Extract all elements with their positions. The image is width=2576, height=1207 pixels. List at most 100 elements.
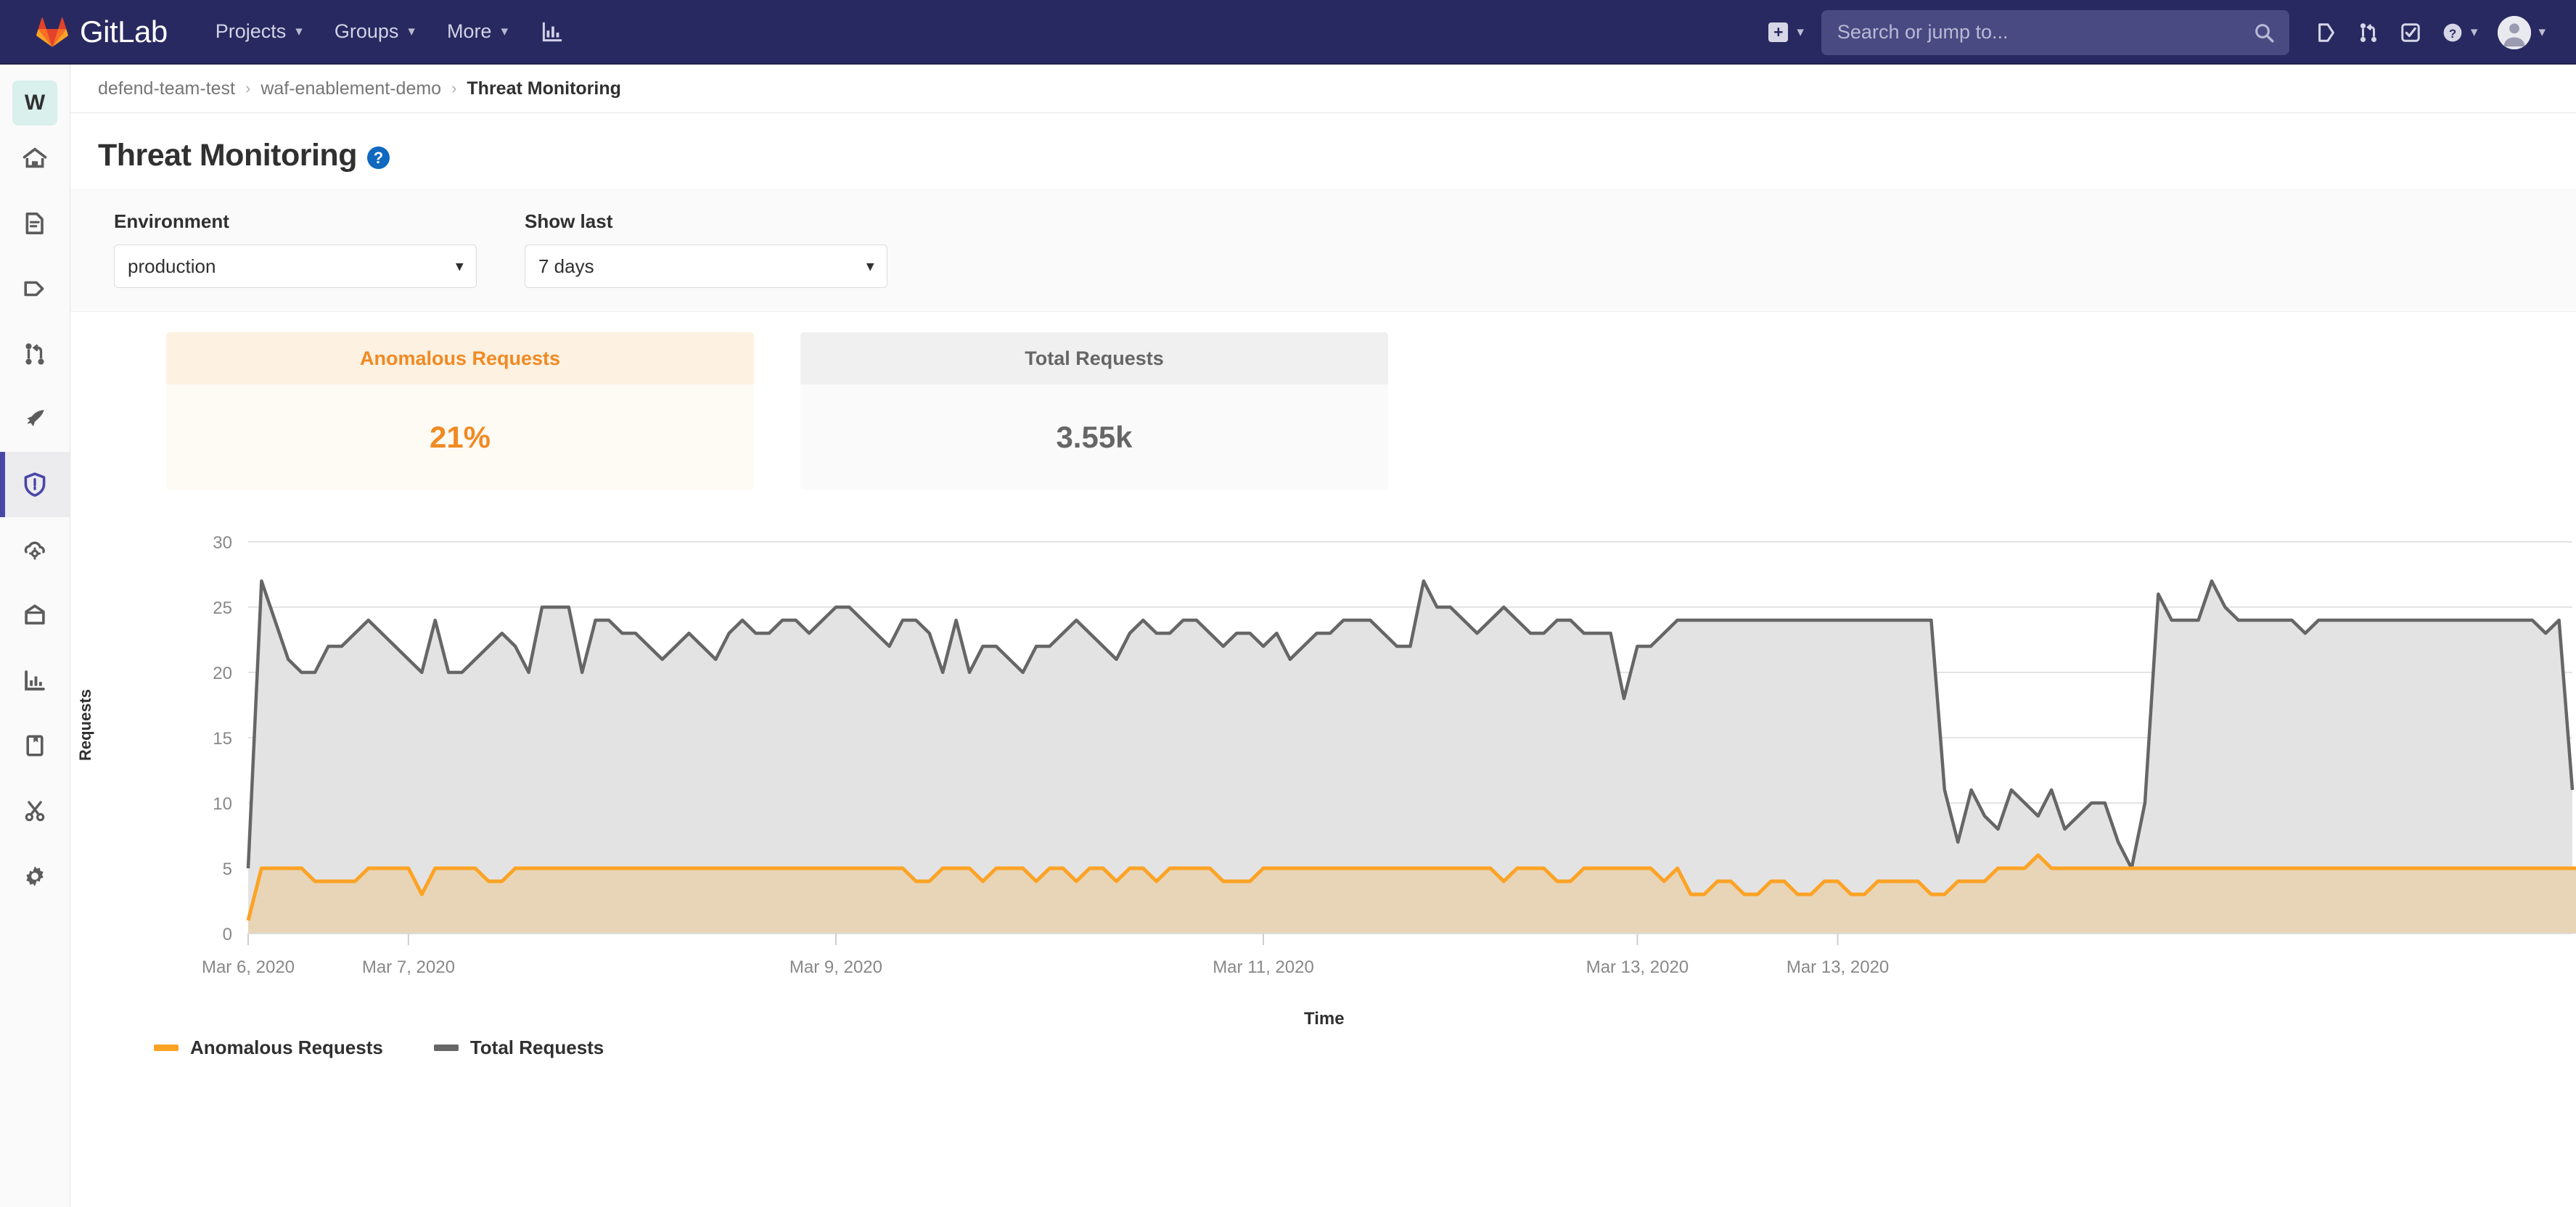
- nav-link-groups-label: Groups: [335, 20, 399, 43]
- svg-text:5: 5: [223, 860, 232, 879]
- chart-legend: Anomalous Requests Total Requests: [70, 1037, 2576, 1059]
- svg-text:30: 30: [213, 533, 232, 553]
- chart-y-axis-label: Requests: [76, 689, 95, 761]
- left-sidebar: W: [0, 65, 70, 1207]
- search-placeholder: Search or jump to...: [1837, 21, 2009, 44]
- sidebar-item-operations[interactable]: [0, 517, 70, 582]
- chevron-down-icon: ▾: [408, 23, 415, 40]
- gitlab-logo-icon: [36, 17, 68, 47]
- todos-checkbox-icon: [2400, 22, 2421, 44]
- sidebar-item-packages[interactable]: [0, 582, 70, 648]
- nav-link-more[interactable]: More ▾: [431, 13, 524, 50]
- user-avatar-icon: [2498, 16, 2531, 49]
- chevron-down-icon: ▾: [456, 258, 463, 275]
- breadcrumb-separator-icon: ›: [245, 79, 250, 98]
- chevron-down-icon: ▾: [2471, 24, 2478, 41]
- new-item-button[interactable]: + ▾: [1758, 22, 1814, 42]
- sidebar-project-avatar[interactable]: W: [0, 65, 70, 125]
- environment-filter: Environment production ▾: [114, 210, 477, 288]
- breadcrumb-item-project[interactable]: waf-enablement-demo: [261, 78, 441, 99]
- sidebar-item-ci-cd[interactable]: [0, 387, 70, 452]
- requests-chart: Requests 051015202530Mar 6, 2020Mar 7, 2…: [70, 522, 2576, 1058]
- chart-bar-icon: [22, 668, 47, 693]
- breadcrumb: defend-team-test › waf-enablement-demo ›…: [70, 65, 2576, 113]
- anomalous-requests-card: Anomalous Requests 21%: [166, 332, 754, 490]
- nav-link-projects[interactable]: Projects ▾: [200, 13, 319, 50]
- document-icon: [22, 211, 47, 236]
- chart-canvas[interactable]: 051015202530Mar 6, 2020Mar 7, 2020Mar 9,…: [70, 522, 2576, 1000]
- nav-link-projects-label: Projects: [216, 20, 287, 43]
- scissors-icon: [22, 799, 47, 823]
- sidebar-item-wiki[interactable]: [0, 713, 70, 778]
- svg-text:Mar 11, 2020: Mar 11, 2020: [1213, 957, 1314, 977]
- svg-text:Mar 7, 2020: Mar 7, 2020: [362, 957, 455, 977]
- legend-item-total-requests[interactable]: Total Requests: [434, 1037, 604, 1059]
- help-question-icon: ?: [2442, 22, 2464, 44]
- sidebar-item-settings[interactable]: [0, 844, 70, 909]
- gitlab-home-link[interactable]: GitLab: [36, 15, 168, 49]
- issues-board-button[interactable]: [2305, 22, 2347, 44]
- environment-select[interactable]: production ▾: [114, 244, 477, 288]
- sidebar-item-security-and-compliance[interactable]: [0, 452, 70, 517]
- help-question-icon[interactable]: ?: [367, 147, 390, 169]
- nav-link-more-label: More: [447, 20, 492, 43]
- sidebar-item-repository[interactable]: [0, 191, 70, 256]
- issue-tag-icon: [22, 276, 47, 301]
- chevron-down-icon: ▾: [295, 23, 303, 40]
- svg-text:Mar 9, 2020: Mar 9, 2020: [789, 957, 882, 977]
- sidebar-item-merge-requests[interactable]: [0, 321, 70, 387]
- sidebar-item-snippets[interactable]: [0, 778, 70, 844]
- chart-x-axis-label: Time: [1304, 1009, 1345, 1029]
- sidebar-item-analytics[interactable]: [0, 648, 70, 713]
- total-requests-card-value: 3.55k: [800, 384, 1388, 490]
- navbar-links: Projects ▾ Groups ▾ More ▾: [200, 13, 563, 50]
- svg-text:10: 10: [213, 794, 232, 814]
- top-navbar: GitLab Projects ▾ Groups ▾ More ▾: [0, 0, 2576, 65]
- merge-requests-button[interactable]: [2347, 22, 2390, 44]
- legend-swatch-total: [434, 1045, 459, 1051]
- todos-button[interactable]: [2390, 22, 2432, 44]
- user-menu-button[interactable]: ▾: [2487, 16, 2556, 49]
- gear-icon: [22, 864, 47, 889]
- show-last-select[interactable]: 7 days ▾: [525, 244, 887, 288]
- plus-square-icon: +: [1768, 22, 1788, 42]
- breadcrumb-item-group[interactable]: defend-team-test: [98, 78, 235, 99]
- show-last-filter-label: Show last: [525, 210, 887, 233]
- filter-bar: Environment production ▾ Show last 7 day…: [70, 189, 2576, 312]
- gitlab-threat-monitoring-page: GitLab Projects ▾ Groups ▾ More ▾: [0, 0, 2576, 1207]
- package-icon: [22, 603, 47, 627]
- nav-link-groups[interactable]: Groups ▾: [319, 13, 431, 50]
- page-title: Threat Monitoring: [98, 138, 357, 173]
- legend-label-total: Total Requests: [470, 1037, 604, 1059]
- svg-text:Mar 13, 2020: Mar 13, 2020: [1586, 957, 1689, 977]
- svg-text:25: 25: [213, 598, 232, 618]
- anomalous-requests-card-title: Anomalous Requests: [166, 332, 754, 384]
- help-menu-button[interactable]: ? ▾: [2432, 22, 2488, 44]
- sidebar-item-issues[interactable]: [0, 256, 70, 321]
- svg-text:?: ?: [2449, 26, 2456, 40]
- environment-select-value: production: [128, 255, 216, 278]
- legend-item-anomalous-requests[interactable]: Anomalous Requests: [154, 1037, 383, 1059]
- chevron-down-icon: ▾: [501, 23, 508, 40]
- svg-text:15: 15: [213, 729, 232, 749]
- svg-text:20: 20: [213, 664, 232, 683]
- merge-request-icon: [22, 342, 47, 366]
- environment-filter-label: Environment: [114, 210, 477, 233]
- navbar-right-group: + ▾ Search or jump to...: [1758, 0, 2556, 65]
- sidebar-item-project-overview[interactable]: [0, 125, 70, 191]
- main-content: defend-team-test › waf-enablement-demo ›…: [70, 65, 2576, 1058]
- rocket-icon: [22, 407, 47, 432]
- breadcrumb-current-page: Threat Monitoring: [467, 78, 620, 99]
- search-input[interactable]: Search or jump to...: [1821, 10, 2289, 55]
- show-last-filter: Show last 7 days ▾: [525, 210, 887, 288]
- legend-label-anomalous: Anomalous Requests: [190, 1037, 383, 1059]
- chart-bar-icon: [541, 21, 563, 43]
- page-header: Threat Monitoring ?: [70, 113, 2576, 173]
- navbar-analytics-button[interactable]: [541, 21, 563, 43]
- show-last-select-value: 7 days: [538, 255, 594, 278]
- total-requests-card: Total Requests 3.55k: [800, 332, 1388, 490]
- chevron-down-icon: ▾: [866, 258, 874, 275]
- shield-icon: [22, 471, 48, 498]
- svg-text:0: 0: [223, 925, 232, 944]
- brand-name: GitLab: [80, 15, 168, 49]
